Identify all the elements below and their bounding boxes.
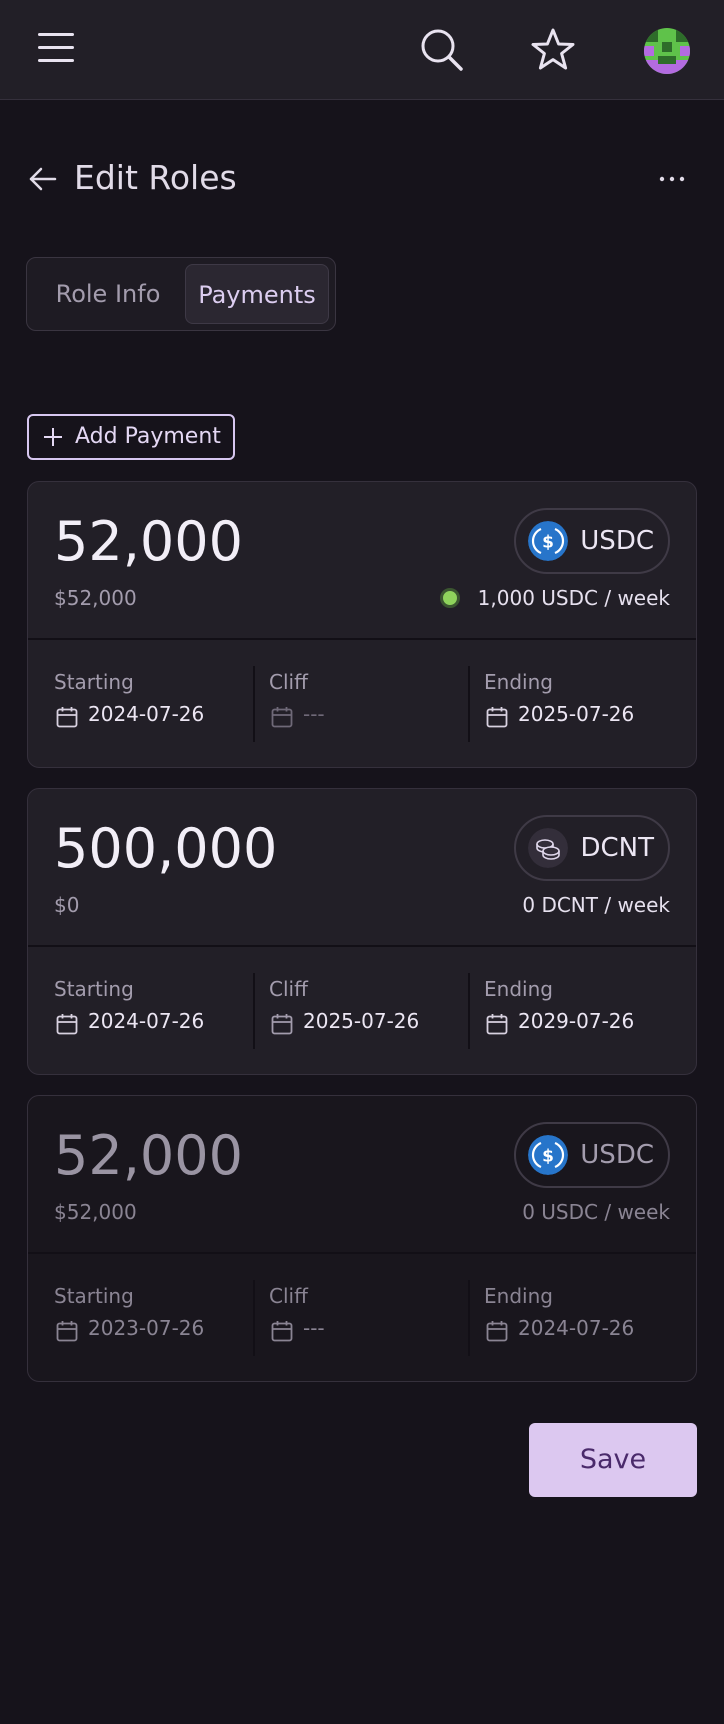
back-arrow-icon[interactable] bbox=[28, 164, 58, 194]
cliff-label: Cliff bbox=[269, 977, 308, 1001]
payment-amount: 52,000 bbox=[54, 510, 243, 573]
menu-icon[interactable] bbox=[38, 33, 74, 63]
payment-fiat-value: $0 bbox=[54, 893, 80, 917]
token-name: USDC bbox=[580, 1140, 654, 1170]
ending-value: 2025-07-26 bbox=[518, 702, 635, 726]
calendar-icon bbox=[486, 1321, 508, 1342]
column-separator bbox=[253, 1280, 255, 1356]
calendar-icon bbox=[486, 707, 508, 728]
payment-rate-text: 0 USDC / week bbox=[522, 1200, 670, 1224]
token-badge: DCNT bbox=[514, 815, 670, 881]
plus-icon bbox=[44, 428, 62, 446]
usdc-icon: $ bbox=[528, 1135, 569, 1175]
starting-label: Starting bbox=[54, 977, 134, 1001]
calendar-icon bbox=[271, 1321, 293, 1342]
token-badge: $ USDC bbox=[514, 1122, 670, 1188]
save-button[interactable]: Save bbox=[529, 1423, 697, 1497]
ending-label: Ending bbox=[484, 977, 553, 1001]
divider bbox=[28, 638, 696, 640]
cliff-label: Cliff bbox=[269, 670, 308, 694]
add-payment-label: Add Payment bbox=[75, 424, 221, 449]
svg-text:$: $ bbox=[542, 1147, 554, 1167]
starting-label: Starting bbox=[54, 670, 134, 694]
top-bar bbox=[0, 0, 724, 100]
payment-rate-text: 0 DCNT / week bbox=[522, 893, 670, 917]
starting-label: Starting bbox=[54, 1284, 134, 1308]
column-separator bbox=[468, 1280, 470, 1356]
payment-amount: 500,000 bbox=[54, 817, 278, 880]
calendar-icon bbox=[56, 707, 78, 728]
tab-bar: Role Info Payments bbox=[26, 257, 336, 331]
dcnt-coins-icon bbox=[528, 828, 569, 868]
token-badge: $ USDC bbox=[514, 508, 670, 574]
ending-value: 2024-07-26 bbox=[518, 1316, 635, 1340]
payment-card[interactable]: 52,000 $52,000 $ USDC 1,000 USDC / week … bbox=[27, 481, 697, 768]
column-separator bbox=[253, 666, 255, 742]
starting-value: 2023-07-26 bbox=[88, 1316, 205, 1340]
cliff-value: 2025-07-26 bbox=[303, 1009, 420, 1033]
starting-value: 2024-07-26 bbox=[88, 702, 205, 726]
divider bbox=[28, 945, 696, 947]
calendar-icon bbox=[271, 707, 293, 728]
token-name: USDC bbox=[580, 526, 654, 556]
ending-label: Ending bbox=[484, 670, 553, 694]
tab-payments[interactable]: Payments bbox=[185, 264, 329, 324]
column-separator bbox=[468, 666, 470, 742]
payment-rate-text: 1,000 USDC / week bbox=[477, 586, 670, 610]
calendar-icon bbox=[271, 1014, 293, 1035]
svg-text:$: $ bbox=[542, 533, 554, 553]
active-status-dot bbox=[439, 588, 460, 608]
avatar[interactable] bbox=[644, 28, 690, 74]
usdc-icon: $ bbox=[528, 521, 569, 561]
payment-rate: 1,000 USDC / week bbox=[439, 586, 670, 610]
star-icon[interactable] bbox=[530, 27, 576, 73]
token-name: DCNT bbox=[580, 833, 654, 863]
payment-card[interactable]: 500,000 $0 DCNT 0 DCNT / week Starting 2… bbox=[27, 788, 697, 1075]
column-separator bbox=[468, 973, 470, 1049]
column-separator bbox=[253, 973, 255, 1049]
cliff-label: Cliff bbox=[269, 1284, 308, 1308]
search-icon[interactable] bbox=[420, 28, 464, 72]
ending-label: Ending bbox=[484, 1284, 553, 1308]
payment-card[interactable]: 52,000 $52,000 $ USDC 0 USDC / week Star… bbox=[27, 1095, 697, 1382]
payment-fiat-value: $52,000 bbox=[54, 1200, 137, 1224]
divider bbox=[28, 1252, 696, 1254]
payment-amount: 52,000 bbox=[54, 1124, 243, 1187]
ending-value: 2029-07-26 bbox=[518, 1009, 635, 1033]
page-title: Edit Roles bbox=[74, 158, 237, 197]
add-payment-button[interactable]: Add Payment bbox=[27, 414, 235, 460]
payment-rate: 0 USDC / week bbox=[522, 1200, 670, 1224]
calendar-icon bbox=[56, 1014, 78, 1035]
calendar-icon bbox=[486, 1014, 508, 1035]
cliff-value: --- bbox=[303, 1316, 325, 1340]
calendar-icon bbox=[56, 1321, 78, 1342]
payment-fiat-value: $52,000 bbox=[54, 586, 137, 610]
tab-role-info[interactable]: Role Info bbox=[33, 264, 183, 324]
more-icon[interactable] bbox=[656, 164, 688, 194]
payment-rate: 0 DCNT / week bbox=[522, 893, 670, 917]
cliff-value: --- bbox=[303, 702, 325, 726]
page-header: Edit Roles bbox=[0, 150, 724, 210]
starting-value: 2024-07-26 bbox=[88, 1009, 205, 1033]
